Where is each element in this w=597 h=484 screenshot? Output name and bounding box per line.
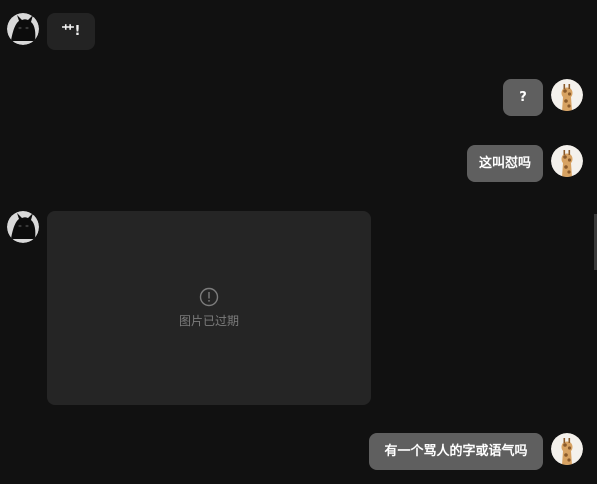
avatar-contact[interactable] xyxy=(7,211,39,243)
giraffe-avatar-icon xyxy=(551,145,583,177)
message-bubble-incoming[interactable]: 艹! xyxy=(47,13,95,50)
message-bubble-outgoing[interactable]: 有一个骂人的字或语气吗 xyxy=(369,433,543,470)
message-bubble-outgoing[interactable]: 这叫怼吗 xyxy=(467,145,543,182)
message-bubble-outgoing[interactable]: ? xyxy=(503,79,543,116)
black-cat-avatar-icon xyxy=(7,211,39,243)
black-cat-avatar-icon xyxy=(7,13,39,45)
avatar-self[interactable] xyxy=(551,145,583,177)
giraffe-avatar-icon xyxy=(551,433,583,465)
giraffe-avatar-icon xyxy=(551,79,583,111)
alert-circle-icon xyxy=(199,287,219,307)
avatar-self[interactable] xyxy=(551,433,583,465)
avatar-contact[interactable] xyxy=(7,13,39,45)
chat-conversation: 艹! ? 这叫怼吗 图片已过期 有一个骂人的字或语气吗 xyxy=(0,0,597,484)
avatar-self[interactable] xyxy=(551,79,583,111)
expired-image-label: 图片已过期 xyxy=(178,314,239,328)
expired-image-message[interactable]: 图片已过期 xyxy=(47,211,371,405)
